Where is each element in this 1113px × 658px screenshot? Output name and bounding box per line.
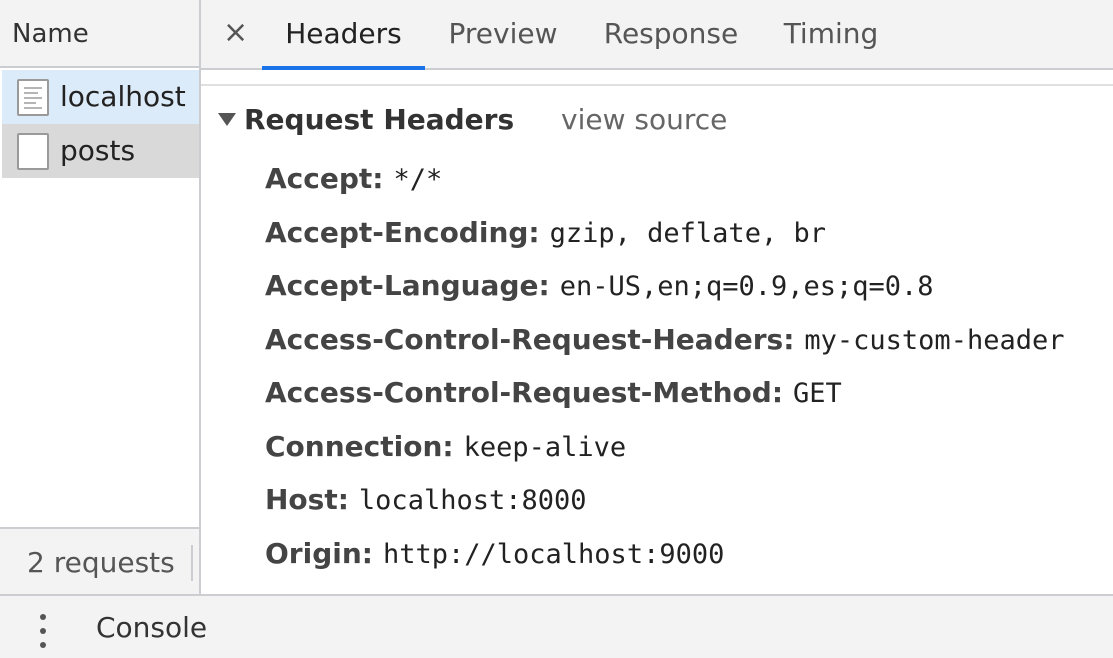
header-row: Access-Control-Request-Headers: my-custom… <box>265 320 1064 360</box>
request-list-footer: 2 requests <box>0 527 199 594</box>
header-value: localhost:8000 <box>358 485 587 516</box>
header-value: gzip, deflate, br <box>549 218 826 249</box>
header-row: Host: localhost:8000 <box>265 480 587 520</box>
devtools-network-panel: Name localhost posts 2 requests × Header… <box>0 0 1113 658</box>
headers-content: Request Headers view source Accept: */* A… <box>201 70 1113 594</box>
request-list: Name localhost posts 2 requests <box>0 0 201 594</box>
document-icon <box>17 79 49 116</box>
close-icon[interactable]: × <box>223 10 248 56</box>
header-key: Accept-Language: <box>265 269 550 302</box>
request-row-posts[interactable]: posts <box>2 124 199 178</box>
header-key: Accept: <box>265 162 384 195</box>
header-value: GET <box>793 378 842 409</box>
header-row: Access-Control-Request-Method: GET <box>265 373 842 413</box>
request-count: 2 requests <box>27 546 175 579</box>
request-headers-section-toggle[interactable]: Request Headers <box>218 100 514 140</box>
header-key: Access-Control-Request-Method: <box>265 376 784 409</box>
header-key: Host: <box>265 483 349 516</box>
header-key: Accept-Encoding: <box>265 216 540 249</box>
header-value: my-custom-header <box>804 325 1065 356</box>
request-row-localhost[interactable]: localhost <box>2 70 199 124</box>
detail-tab-bar: × Headers Preview Response Timing <box>201 0 1113 70</box>
header-row: Accept-Language: en-US,en;q=0.9,es;q=0.8 <box>265 266 934 306</box>
view-source-link[interactable]: view source <box>561 100 727 140</box>
header-value: keep-alive <box>463 432 627 463</box>
header-key: Access-Control-Request-Headers: <box>265 323 795 356</box>
more-vertical-icon[interactable] <box>36 614 50 648</box>
header-key: Origin: <box>265 537 373 570</box>
divider <box>201 84 1113 86</box>
header-value: http://localhost:9000 <box>382 539 725 570</box>
header-row: Accept-Encoding: gzip, deflate, br <box>265 213 826 253</box>
triangle-down-icon <box>218 112 236 126</box>
divider <box>191 545 193 581</box>
section-title: Request Headers <box>244 103 515 136</box>
header-row: Accept: */* <box>265 159 442 199</box>
file-icon <box>17 133 49 170</box>
tab-headers[interactable]: Headers <box>262 0 425 70</box>
tab-response[interactable]: Response <box>581 0 761 68</box>
request-name: posts <box>60 134 136 167</box>
bottom-drawer: Console <box>0 594 1113 658</box>
tab-preview[interactable]: Preview <box>425 0 581 68</box>
request-name: localhost <box>60 80 186 113</box>
header-value: en-US,en;q=0.9,es;q=0.8 <box>559 271 934 302</box>
header-value: */* <box>393 164 443 195</box>
name-column-header[interactable]: Name <box>0 0 199 68</box>
header-row: Origin: http://localhost:9000 <box>265 534 724 574</box>
tab-timing[interactable]: Timing <box>761 0 901 68</box>
header-row: Connection: keep-alive <box>265 427 626 467</box>
header-key: Connection: <box>265 430 454 463</box>
console-tab[interactable]: Console <box>96 596 207 658</box>
